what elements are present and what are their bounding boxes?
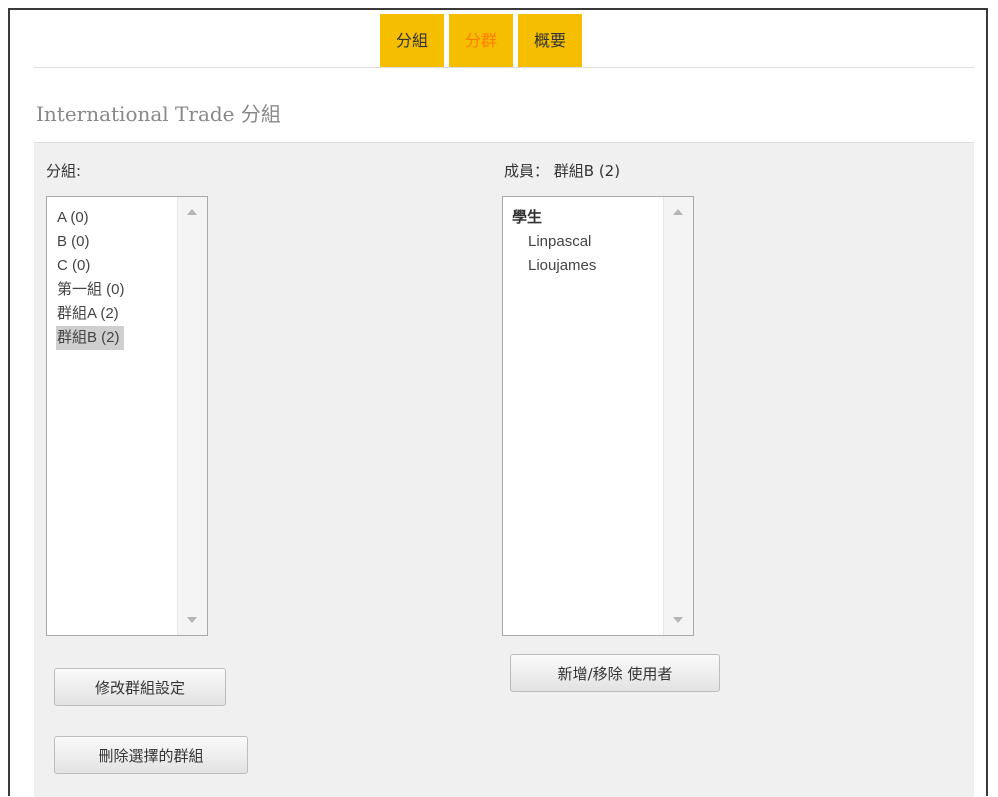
groups-list-label: 分組: [46,162,82,180]
member-option[interactable]: Linpascal [512,230,663,254]
group-option-c[interactable]: C (0) [56,254,177,278]
group-option-b[interactable]: B (0) [56,230,177,254]
groups-scrollbar[interactable] [177,197,207,635]
group-option-first[interactable]: 第一組 (0) [56,278,177,302]
group-option-group-a[interactable]: 群組A (2) [56,302,177,326]
members-group-heading: 學生 [512,209,543,226]
group-option-a[interactable]: A (0) [56,206,177,230]
tab-bar: 分組 分群 概要 [380,14,587,68]
member-option[interactable]: Lioujames [512,254,663,278]
groups-listbox[interactable]: A (0) B (0) C (0) 第一組 (0) 群組A (2) 群組B (2… [46,196,208,636]
delete-selected-group-button[interactable]: 刪除選擇的群組 [54,736,248,774]
scroll-up-icon[interactable] [673,209,683,215]
tab-overview[interactable]: 概要 [518,14,583,68]
page-title: International Trade 分組 [36,102,281,126]
scroll-up-icon[interactable] [187,209,197,215]
members-listbox[interactable]: 學生 Linpascal Lioujames [502,196,694,636]
tab-groups[interactable]: 分組 [380,14,445,68]
modify-group-settings-button[interactable]: 修改群組設定 [54,668,226,706]
group-option-group-b[interactable]: 群組B (2) [56,326,124,350]
tab-groupings[interactable]: 分群 [449,14,514,68]
members-list-label: 成員： 群組B (2) [504,162,621,180]
add-remove-users-button[interactable]: 新增/移除 使用者 [510,654,720,692]
scroll-down-icon[interactable] [187,617,197,623]
scroll-down-icon[interactable] [673,617,683,623]
tab-divider [34,67,974,68]
members-scrollbar[interactable] [663,197,693,635]
